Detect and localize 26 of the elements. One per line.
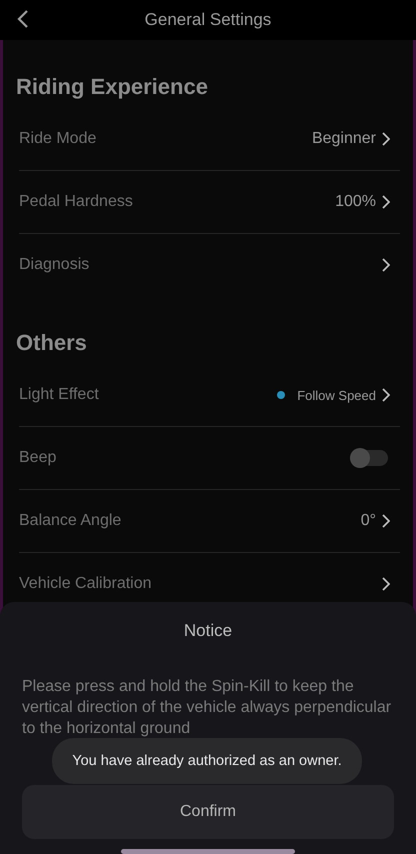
setting-label: Pedal Hardness [19, 193, 134, 211]
chevron-right-icon[interactable] [382, 577, 390, 591]
setting-value: 0° [360, 512, 376, 530]
chevron-right-icon[interactable] [382, 132, 390, 146]
setting-label: Beep [19, 449, 58, 467]
toast-message: You have already authorized as an owner. [52, 738, 362, 784]
setting-value: Follow Speed [297, 388, 376, 402]
setting-label: Balance Angle [19, 512, 122, 530]
chevron-right-icon[interactable] [382, 514, 390, 528]
setting-value: Beginner [312, 130, 376, 148]
sheet-title: Notice [184, 621, 232, 641]
setting-label: Diagnosis [19, 256, 90, 274]
sheet-message: Please press and hold the Spin-Kill to keep the vertical direction of the vehicle always perpendicular to the horizontal ground [22, 677, 392, 739]
setting-label: Light Effect [19, 386, 100, 404]
chevron-right-icon[interactable] [382, 195, 390, 209]
back-icon[interactable] [17, 9, 29, 29]
confirm-button[interactable]: Confirm [22, 785, 394, 839]
section-title: Riding Experience [16, 73, 209, 101]
screen-title: General Settings [144, 10, 272, 30]
chevron-right-icon[interactable] [382, 258, 390, 272]
setting-label: Ride Mode [19, 130, 98, 148]
toggle-switch[interactable] [350, 450, 388, 466]
chevron-right-icon[interactable] [382, 388, 390, 402]
setting-label: Vehicle Calibration [19, 575, 153, 593]
section-title: Others [16, 329, 88, 357]
setting-value: 100% [335, 193, 376, 211]
